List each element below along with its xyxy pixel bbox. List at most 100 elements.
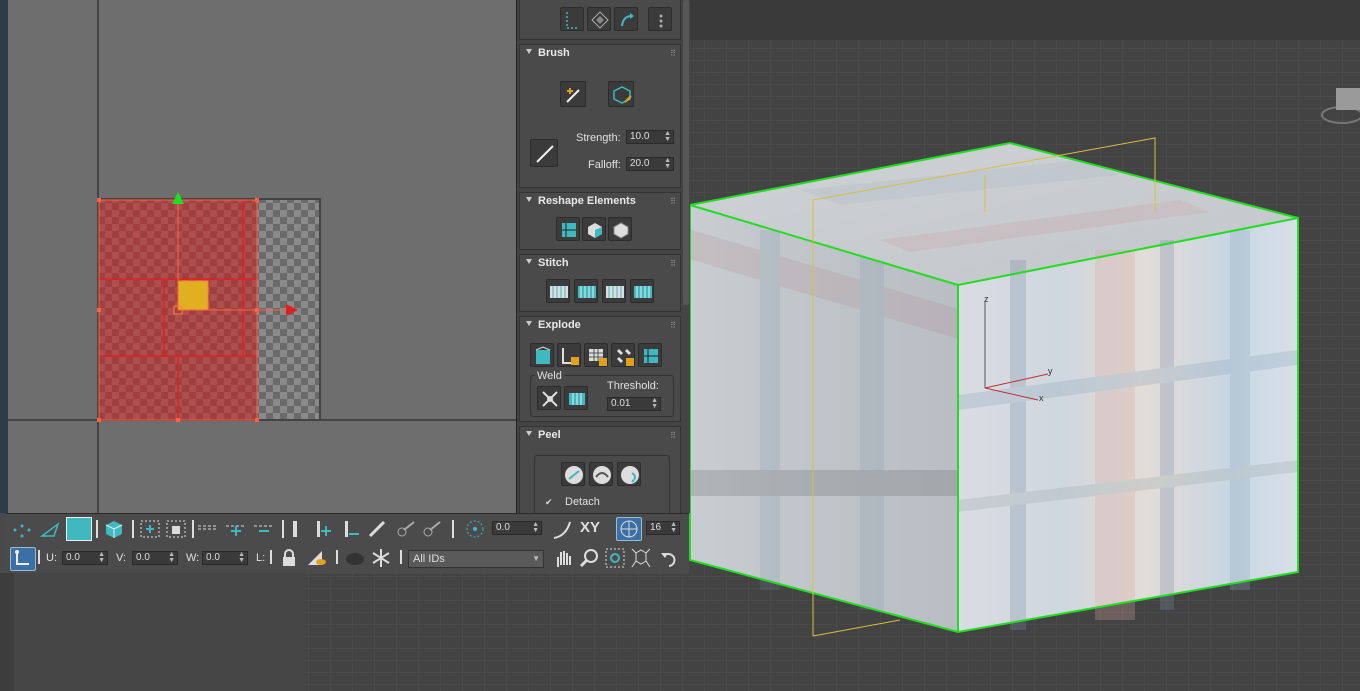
straighten-button[interactable]: [556, 217, 580, 241]
material-id-select[interactable]: All IDs ▼: [408, 550, 544, 568]
loop-shrink-icon: [254, 525, 274, 532]
weld-selected-button[interactable]: [537, 386, 561, 410]
explode-icon: [535, 346, 551, 364]
stitch-source-button[interactable]: [574, 279, 598, 303]
stitch-icon: [606, 286, 624, 298]
falloff-curve-button[interactable]: [550, 518, 574, 540]
flatten-by-smoothing-group-button[interactable]: [557, 343, 581, 367]
break-button[interactable]: [638, 343, 662, 367]
globe-grid-icon: [620, 520, 638, 538]
brush-grow-icon: [397, 521, 415, 537]
brush-move-button[interactable]: [560, 81, 586, 107]
rollout-stitch: Stitch ⠿: [519, 254, 681, 312]
reshape-square-icon: [613, 222, 629, 239]
freeze-button[interactable]: [370, 547, 392, 569]
rotate-angle-spinner[interactable]: 0.0 ▲ ▼: [492, 521, 542, 535]
collapse-triangle-icon[interactable]: [526, 321, 532, 326]
stitch-target-button[interactable]: [630, 279, 654, 303]
zoom-extents-button[interactable]: [630, 547, 652, 569]
square-button[interactable]: [608, 217, 632, 241]
peel-title: Peel: [538, 429, 561, 441]
uv-editor-viewport[interactable]: [0, 0, 517, 513]
w-spinner[interactable]: 0.0 ▲ ▼: [202, 551, 248, 565]
collapse-triangle-icon[interactable]: [526, 197, 532, 202]
brush-stroke-button[interactable]: [530, 139, 558, 167]
grid-size-spinner[interactable]: 16 ▲ ▼: [646, 521, 680, 535]
ring-shrink-button[interactable]: [340, 518, 364, 540]
strength-spinner[interactable]: 10.0 ▲ ▼: [626, 130, 674, 144]
rollout-grip-icon[interactable]: ⠿: [670, 259, 676, 268]
zoom-button[interactable]: [578, 547, 600, 569]
rollout-grip-icon[interactable]: ⠿: [670, 431, 676, 440]
loop-grow-button[interactable]: [224, 518, 248, 540]
stitch-custom-button[interactable]: [546, 279, 570, 303]
detach-checkbox[interactable]: ✔: [545, 498, 554, 507]
shrink-button[interactable]: [164, 518, 188, 540]
rollout-reshape-elements: Reshape Elements ⠿: [519, 192, 681, 250]
toolbar-separator: [336, 550, 338, 564]
v-spinner[interactable]: 0.0 ▲ ▼: [132, 551, 178, 565]
hide-unhide-button[interactable]: [304, 547, 330, 569]
flatten-button[interactable]: [611, 343, 635, 367]
edge-mode-button[interactable]: [38, 518, 62, 540]
shrink-icon: [166, 520, 186, 538]
loop-button[interactable]: [196, 518, 220, 540]
ring-grow-button[interactable]: [312, 518, 336, 540]
collapse-triangle-icon[interactable]: [526, 431, 532, 436]
brush-grow-button[interactable]: [394, 518, 418, 540]
element-mode-button[interactable]: [102, 518, 126, 540]
stitch-average-button[interactable]: [602, 279, 626, 303]
select-by-id-button[interactable]: [648, 7, 672, 31]
peel-icon: [593, 466, 611, 484]
quick-peel-button[interactable]: [561, 462, 585, 486]
select-loop-button[interactable]: [560, 7, 584, 31]
zoom-region-button[interactable]: [604, 547, 626, 569]
lock-selected-button[interactable]: [278, 547, 300, 569]
rollout-grip-icon[interactable]: ⠿: [670, 49, 676, 58]
toolbar-separator: [38, 550, 40, 564]
falloff-spinner[interactable]: 20.0 ▲ ▼: [626, 157, 674, 171]
brush-relax-button[interactable]: [608, 81, 634, 107]
collapse-triangle-icon[interactable]: [526, 49, 532, 54]
paint-select-button[interactable]: [366, 518, 390, 540]
loop-shrink-button[interactable]: [252, 518, 276, 540]
select-ring-button[interactable]: [587, 7, 611, 31]
pelt-map-button[interactable]: [589, 462, 613, 486]
weld-label: Weld: [535, 370, 564, 382]
axis-x-label: x: [1039, 393, 1044, 403]
polygon-mode-button[interactable]: [66, 517, 92, 541]
filter-selected-button[interactable]: [344, 547, 366, 569]
grow-selection-button[interactable]: [614, 7, 638, 31]
pan-button[interactable]: [552, 547, 574, 569]
l-label: L:: [256, 552, 266, 564]
rollout-grip-icon[interactable]: ⠿: [670, 321, 676, 330]
rollout-scrollbar[interactable]: [683, 0, 689, 305]
edit-seams-button[interactable]: [617, 462, 641, 486]
rollout-grip-icon[interactable]: ⠿: [670, 197, 676, 206]
transform-icon: [15, 550, 29, 565]
rollout-peel: Peel ⠿ ✔ Detach: [519, 426, 681, 515]
brush-shrink-button[interactable]: [420, 518, 444, 540]
detach-label: Detach: [565, 496, 600, 508]
distance-limit-button[interactable]: [616, 517, 642, 541]
flatten-by-polygon-angle-button[interactable]: [530, 343, 554, 367]
lower-left-viewport[interactable]: [0, 573, 306, 691]
collapse-triangle-icon[interactable]: [526, 259, 532, 264]
chevron-down-icon: ▼: [532, 554, 540, 563]
edge-icon: [39, 521, 60, 537]
brush-shrink-icon: [423, 521, 441, 537]
grow-button[interactable]: [138, 518, 162, 540]
vertex-mode-button[interactable]: [10, 518, 34, 540]
u-spinner[interactable]: 0.0 ▲ ▼: [62, 551, 108, 565]
transform-mode-button[interactable]: [10, 547, 36, 571]
toolbar-separator: [96, 520, 98, 538]
xy-space-toggle[interactable]: XY: [580, 519, 600, 536]
ring-button[interactable]: [290, 518, 300, 540]
soft-selection-button[interactable]: [464, 518, 486, 540]
threshold-spinner[interactable]: 0.01 ▲ ▼: [607, 397, 661, 411]
relax-button[interactable]: [582, 217, 606, 241]
weld-target-button[interactable]: [564, 386, 588, 410]
reshape-relax-icon: [588, 223, 602, 238]
reset-view-button[interactable]: [658, 547, 680, 569]
flatten-by-material-id-button[interactable]: [584, 343, 608, 367]
